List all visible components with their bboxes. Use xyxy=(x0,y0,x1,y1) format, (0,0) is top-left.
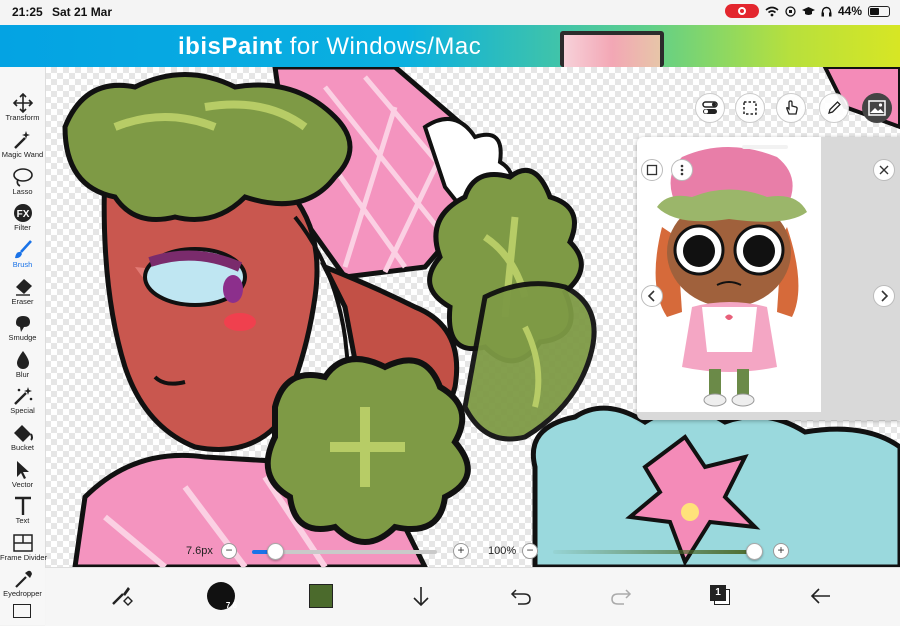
tool-smudge[interactable]: Smudge xyxy=(0,311,45,347)
current-color-swatch xyxy=(309,584,333,608)
status-right: 44% xyxy=(724,4,890,18)
tool-frame-divider[interactable]: Frame Divider xyxy=(0,531,47,567)
brush-size-increase-button[interactable]: + xyxy=(453,543,469,559)
graduation-cap-icon xyxy=(801,6,815,15)
drag-handle[interactable] xyxy=(742,145,788,149)
opacity-slider[interactable] xyxy=(553,550,756,554)
frame-divider-icon xyxy=(12,534,33,552)
opacity-decrease-button[interactable]: − xyxy=(522,543,538,559)
wifi-icon xyxy=(765,6,779,16)
reference-close-button[interactable] xyxy=(873,159,895,181)
tool-eraser[interactable]: Eraser xyxy=(0,275,45,311)
status-bar: 21:25 Sat 21 Mar 44% xyxy=(0,0,900,25)
reference-character xyxy=(655,147,807,407)
eraser-icon xyxy=(15,279,32,296)
blur-drop-icon xyxy=(16,351,29,369)
tool-palette-more-icon[interactable] xyxy=(13,604,31,618)
tool-lasso[interactable]: Lasso xyxy=(0,165,45,201)
pencil-icon xyxy=(828,101,841,114)
chevron-right-icon xyxy=(881,290,889,302)
tool-eyedropper[interactable]: Eyedropper xyxy=(0,567,45,603)
tool-text[interactable]: Text xyxy=(0,494,45,530)
brush-size-knob[interactable] xyxy=(267,543,284,560)
dashed-selection-icon xyxy=(743,101,757,115)
close-icon xyxy=(879,165,889,175)
hand-pointer-icon xyxy=(786,100,798,115)
undo-icon xyxy=(510,589,531,605)
banner-tagline: for Windows/Mac xyxy=(289,33,482,60)
ad-banner[interactable]: ibisPaint for Windows/Mac xyxy=(0,25,900,67)
chevron-left-icon xyxy=(647,290,655,302)
tool-transform[interactable]: Transform xyxy=(0,91,45,127)
tool-blur[interactable]: Blur xyxy=(0,348,45,384)
tool-magic-wand[interactable]: Magic Wand xyxy=(0,128,45,164)
move-arrows-icon xyxy=(12,93,33,113)
opacity-increase-button[interactable]: + xyxy=(773,543,789,559)
color-button[interactable] xyxy=(303,578,339,614)
fx-filter-icon: FX xyxy=(13,204,32,222)
quick-tools-button[interactable] xyxy=(103,578,139,614)
undo-button[interactable] xyxy=(503,578,539,614)
tool-palette: Transform Magic Wand Lasso FX Filter Bru… xyxy=(0,67,47,625)
more-vertical-icon xyxy=(680,164,684,176)
magic-wand-icon xyxy=(13,131,30,149)
tool-bucket[interactable]: Bucket xyxy=(0,421,45,457)
eyedropper-icon xyxy=(14,570,32,588)
reference-image-button[interactable] xyxy=(862,93,892,123)
arrow-down-icon xyxy=(413,587,429,607)
back-button[interactable] xyxy=(803,578,839,614)
fit-frame-button[interactable] xyxy=(641,159,663,181)
paint-bucket-icon xyxy=(13,425,33,442)
toggle-settings-button[interactable] xyxy=(695,93,725,123)
brush-size-dot: 7.6 xyxy=(207,582,237,610)
layers-icon: 1 xyxy=(710,585,732,607)
brush-edit-button[interactable] xyxy=(819,93,849,123)
battery-icon xyxy=(868,5,890,17)
redo-button[interactable] xyxy=(603,578,639,614)
status-time: 21:25 xyxy=(12,5,43,19)
headphones-icon xyxy=(821,6,832,16)
brush-eraser-swap-icon xyxy=(112,587,133,606)
lasso-icon xyxy=(12,168,33,187)
bottom-toolbar: 7.6 1 xyxy=(45,567,900,626)
brush-size-button[interactable]: 7.6 xyxy=(203,578,239,614)
vector-cursor-icon xyxy=(16,461,29,479)
battery-percent: 44% xyxy=(837,4,862,18)
tool-special[interactable]: Special xyxy=(0,384,45,420)
reference-window[interactable] xyxy=(637,137,900,420)
tool-filter[interactable]: FX Filter xyxy=(0,201,45,237)
brush-icon xyxy=(14,240,32,259)
smudge-icon xyxy=(15,316,30,332)
selection-button[interactable] xyxy=(735,93,765,123)
layers-button[interactable]: 1 xyxy=(703,578,739,614)
reference-previous-button[interactable] xyxy=(641,285,663,307)
brush-sliders: 7.6px − + 100% − + xyxy=(45,540,900,564)
layer-count: 1 xyxy=(710,585,726,601)
menu-down-button[interactable] xyxy=(403,578,439,614)
hand-tool-button[interactable] xyxy=(776,93,806,123)
reference-next-button[interactable] xyxy=(873,285,895,307)
brush-size-badge: 7.6 xyxy=(225,601,237,610)
tool-brush[interactable]: Brush xyxy=(0,238,45,274)
banner-app-preview xyxy=(560,31,664,67)
reference-image xyxy=(637,137,821,412)
brush-size-decrease-button[interactable]: − xyxy=(221,543,237,559)
redo-icon xyxy=(611,589,632,605)
square-frame-icon xyxy=(646,164,658,176)
picture-icon xyxy=(868,100,886,116)
opacity-value: 100% xyxy=(488,545,517,557)
arrow-left-icon xyxy=(810,588,830,604)
text-t-icon xyxy=(14,496,31,515)
tool-vector[interactable]: Vector xyxy=(0,458,45,494)
opacity-knob[interactable] xyxy=(746,543,763,560)
brush-size-value: 7.6px xyxy=(186,545,213,557)
reference-menu-button[interactable] xyxy=(671,159,693,181)
svg-text:FX: FX xyxy=(16,209,29,220)
ibispaint-logo: ibisPaint for Windows/Mac xyxy=(178,33,482,60)
status-date: Sat 21 Mar xyxy=(52,5,113,19)
orientation-lock-icon xyxy=(785,5,796,17)
sparkle-wand-icon xyxy=(13,387,32,405)
toggle-switch-icon xyxy=(702,101,718,114)
screen-record-icon xyxy=(724,4,759,18)
